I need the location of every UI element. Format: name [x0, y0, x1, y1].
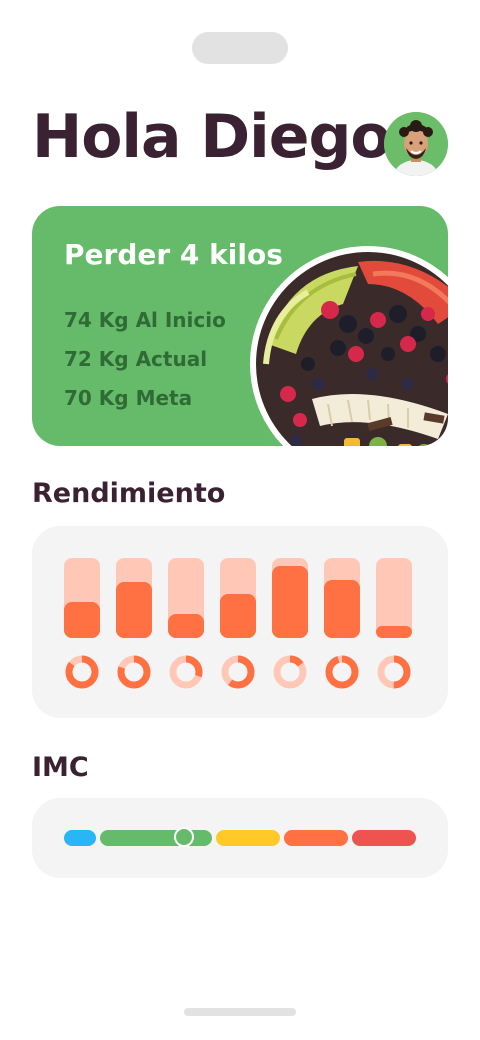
performance-bar[interactable]: [64, 558, 100, 638]
performance-bar-fill: [116, 582, 152, 638]
performance-bar[interactable]: [116, 558, 152, 638]
header: Hola Diego: [32, 100, 448, 180]
performance-bar[interactable]: [324, 558, 360, 638]
avatar[interactable]: [384, 112, 448, 176]
performance-bar[interactable]: [220, 558, 256, 638]
target-weight: 70 Kg Meta: [64, 386, 193, 410]
performance-bar[interactable]: [272, 558, 308, 638]
performance-donut-fill: [325, 655, 359, 689]
current-weight: 72 Kg Actual: [64, 347, 208, 371]
performance-donut[interactable]: [168, 654, 204, 690]
imc-title: IMC: [32, 752, 89, 783]
home-indicator[interactable]: [184, 1008, 296, 1016]
performance-donut[interactable]: [272, 654, 308, 690]
performance-donut[interactable]: [220, 654, 256, 690]
imc-segment-underweight: [64, 830, 96, 846]
performance-donut[interactable]: [64, 654, 100, 690]
performance-donut[interactable]: [376, 654, 412, 690]
imc-segment-obese: [284, 830, 348, 846]
performance-bar[interactable]: [376, 558, 412, 638]
performance-bar-fill: [324, 580, 360, 638]
performance-bar-fill: [64, 602, 100, 638]
performance-bar-fill: [220, 594, 256, 638]
performance-bar-fill: [272, 566, 308, 638]
performance-bar-fill: [376, 626, 412, 638]
performance-card: [32, 526, 448, 718]
greeting-title: Hola Diego: [32, 102, 392, 172]
weight-goal-card[interactable]: Perder 4 kilos 74 Kg Al Inicio 72 Kg Act…: [32, 206, 448, 446]
performance-title: Rendimiento: [32, 478, 226, 509]
imc-indicator[interactable]: [174, 827, 194, 847]
imc-card: [32, 798, 448, 878]
fruit-bowl-image: [250, 246, 448, 446]
performance-donut[interactable]: [324, 654, 360, 690]
performance-donut[interactable]: [116, 654, 152, 690]
performance-bar[interactable]: [168, 558, 204, 638]
camera-notch: [192, 32, 288, 64]
start-weight: 74 Kg Al Inicio: [64, 308, 226, 332]
imc-segment-severe: [352, 830, 416, 846]
user-avatar-icon: [384, 112, 448, 176]
performance-bar-fill: [168, 614, 204, 638]
imc-segment-overweight: [216, 830, 280, 846]
imc-segment-normal: [100, 830, 212, 846]
